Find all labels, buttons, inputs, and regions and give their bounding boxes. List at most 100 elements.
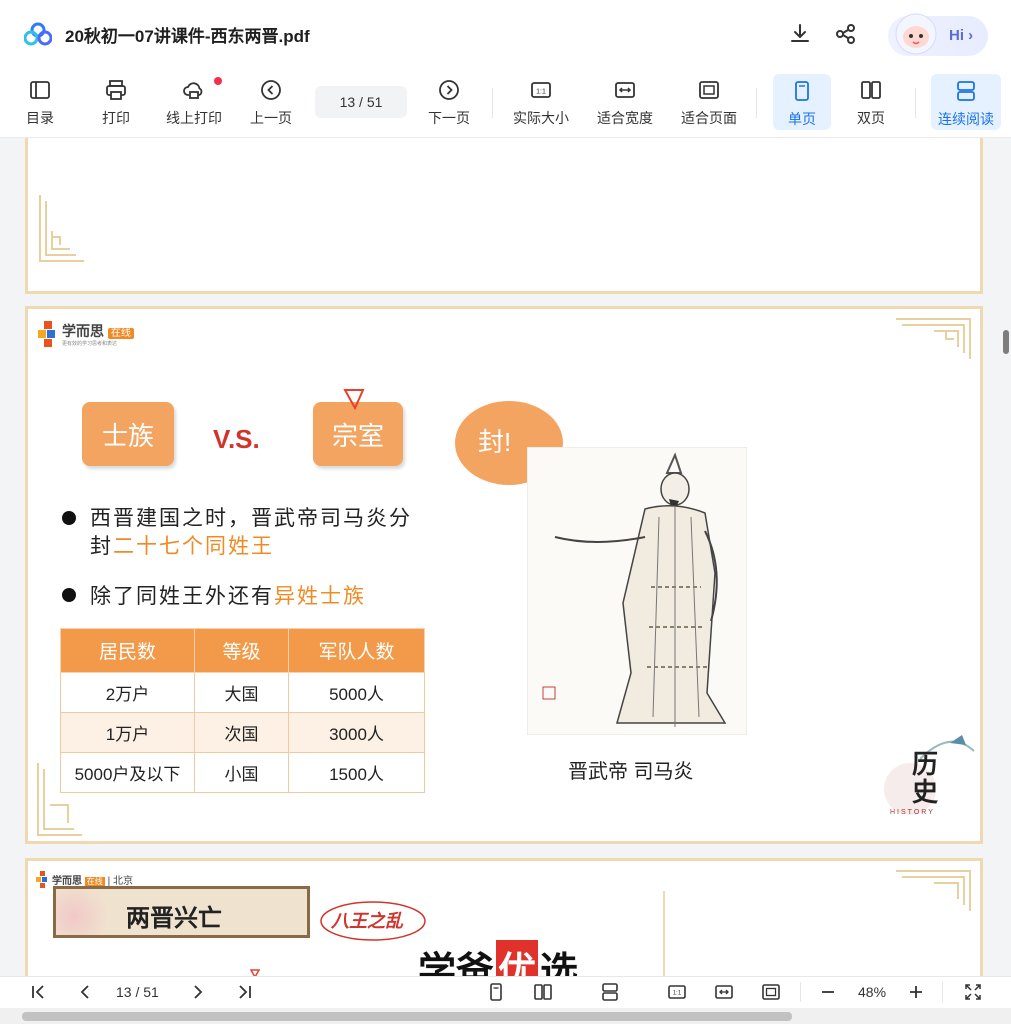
single-page-mode-icon[interactable] <box>486 982 506 1002</box>
download-icon[interactable] <box>788 22 812 46</box>
toolbar-divider <box>756 88 757 118</box>
brand-logo-icon <box>36 871 47 888</box>
notification-dot <box>214 77 222 85</box>
table-row: 1万户 次国 3000人 <box>60 712 425 753</box>
next-slide-title: 两晋兴亡 <box>126 905 222 932</box>
divider-line <box>663 891 665 976</box>
print-button[interactable]: 打印 <box>102 66 130 138</box>
bottom-page-indicator[interactable]: 13 / 51 <box>116 984 159 1000</box>
actual-size-mode-icon[interactable]: 1:1 <box>667 982 687 1002</box>
double-page-mode-icon[interactable] <box>533 982 553 1002</box>
continuous-read-button[interactable]: 连续阅读 <box>931 74 1001 130</box>
table-cell: 2万户 <box>60 672 195 713</box>
continuous-mode-icon[interactable] <box>600 982 620 1002</box>
pointer-mark-icon <box>343 389 365 411</box>
next-brand: 学而思 在线 | 北京 <box>52 876 133 887</box>
table-row: 2万户 大国 5000人 <box>60 672 425 713</box>
brand-badge: 在线 <box>107 328 134 339</box>
printer-icon <box>106 80 126 100</box>
svg-text:1:1: 1:1 <box>536 89 546 96</box>
speech-text: 封! <box>478 427 512 457</box>
emperor-portrait-icon <box>527 447 747 735</box>
fit-page-button[interactable]: 适合页面 <box>681 66 737 138</box>
next-page-icon[interactable] <box>187 982 207 1002</box>
table-header: 居民数 <box>60 628 195 673</box>
table-cell: 次国 <box>194 712 289 753</box>
vs-label: V.S. <box>213 424 260 454</box>
history-en: HISTORY <box>890 809 935 816</box>
first-page-icon[interactable] <box>29 982 49 1002</box>
online-print-button[interactable]: 线上打印 <box>166 66 222 138</box>
continuous-read-icon <box>957 81 975 101</box>
bullet1-line1: 西晋建国之时，晋武帝司马炎分 <box>90 506 412 530</box>
watermark: 学爸 优 选 <box>418 940 578 976</box>
chevron-left-circle-icon <box>261 80 281 100</box>
table-cell: 1500人 <box>288 752 425 793</box>
prev-page-icon[interactable] <box>76 982 96 1002</box>
table-header: 等级 <box>194 628 289 673</box>
bottom-divider <box>942 982 943 1002</box>
toc-button[interactable]: 目录 <box>26 66 54 138</box>
document-title: 20秋初一07讲课件-西东两晋.pdf <box>65 27 310 46</box>
toolbar-divider <box>492 88 493 118</box>
fief-table: 居民数 等级 军队人数 2万户 大国 5000人 1万户 次国 3000人 50… <box>60 628 425 793</box>
cloud-print-icon <box>183 82 203 99</box>
pointer-mark-icon <box>250 969 260 976</box>
tag-shizu: 士族 <box>82 402 174 466</box>
zoom-out-icon[interactable] <box>818 982 838 1002</box>
toolbar-divider <box>915 88 916 118</box>
assistant-hi-label[interactable]: Hi › <box>949 27 973 44</box>
horizontal-scrollbar-thumb[interactable] <box>22 1012 792 1021</box>
vertical-scrollbar-thumb[interactable] <box>1003 330 1009 354</box>
title-bar: 20秋初一07讲课件-西东两晋.pdf Hi › <box>0 0 1011 66</box>
document-viewer[interactable]: 学而思 在线 更有效的学习思考和表达 士族 V.S. 宗室 封! 西晋建国之时，… <box>0 138 1011 976</box>
table-cell: 小国 <box>194 752 289 793</box>
horizontal-scrollbar[interactable] <box>0 1008 1011 1024</box>
table-cell: 3000人 <box>288 712 425 753</box>
share-icon[interactable] <box>834 22 858 46</box>
table-header: 军队人数 <box>288 628 425 673</box>
corner-ornament-icon <box>896 318 971 359</box>
corner-ornament-icon <box>896 870 971 911</box>
fit-width-mode-icon[interactable] <box>714 982 734 1002</box>
actual-size-icon: 1:1 <box>531 82 551 98</box>
brand-tagline: 更有效的学习思考和表达 <box>62 341 118 347</box>
single-page-button[interactable]: 单页 <box>773 74 831 130</box>
fit-width-icon <box>615 82 635 98</box>
next-title-banner: 两晋兴亡 <box>53 886 310 938</box>
fit-page-mode-icon[interactable] <box>761 982 781 1002</box>
bullet1-line2: 封二十七个同姓王 <box>90 534 274 558</box>
brand-logo-icon <box>38 321 55 347</box>
next-page-button[interactable]: 下一页 <box>428 66 470 138</box>
assistant-avatar-icon[interactable] <box>890 10 942 60</box>
prev-page-button[interactable]: 上一页 <box>250 66 292 138</box>
chevron-right-circle-icon <box>439 80 459 100</box>
table-cell: 大国 <box>194 672 289 713</box>
bottom-divider <box>800 982 801 1002</box>
double-page-icon <box>861 81 881 99</box>
previous-slide <box>25 138 983 294</box>
bullet2-line: 除了同姓王外还有异姓士族 <box>90 584 366 608</box>
bullet-dot <box>62 511 76 525</box>
single-page-icon <box>795 81 809 101</box>
double-page-button[interactable]: 双页 <box>857 66 885 138</box>
last-page-icon[interactable] <box>234 982 254 1002</box>
fit-width-button[interactable]: 适合宽度 <box>597 66 653 138</box>
fullscreen-icon[interactable] <box>963 982 983 1002</box>
table-cell: 5000户及以下 <box>60 752 195 793</box>
app-logo-icon <box>24 22 52 46</box>
actual-size-button[interactable]: 1:1 实际大小 <box>513 66 569 138</box>
page-number-input[interactable]: 13 / 51 <box>315 86 407 118</box>
table-cell: 5000人 <box>288 672 425 713</box>
history-mark: 历史 <box>912 750 939 808</box>
bullet-dot <box>62 588 76 602</box>
stamp-text: 八王之乱 <box>331 911 403 932</box>
table-cell: 1万户 <box>60 712 195 753</box>
table-header-row: 居民数 等级 军队人数 <box>60 628 425 673</box>
svg-text:1:1: 1:1 <box>673 991 682 997</box>
fit-page-icon <box>699 81 719 99</box>
brand-name: 学而思 在线 <box>62 321 134 341</box>
zoom-in-icon[interactable] <box>906 982 926 1002</box>
zoom-level[interactable]: 48% <box>858 984 886 1000</box>
corner-ornament-icon <box>39 195 84 262</box>
